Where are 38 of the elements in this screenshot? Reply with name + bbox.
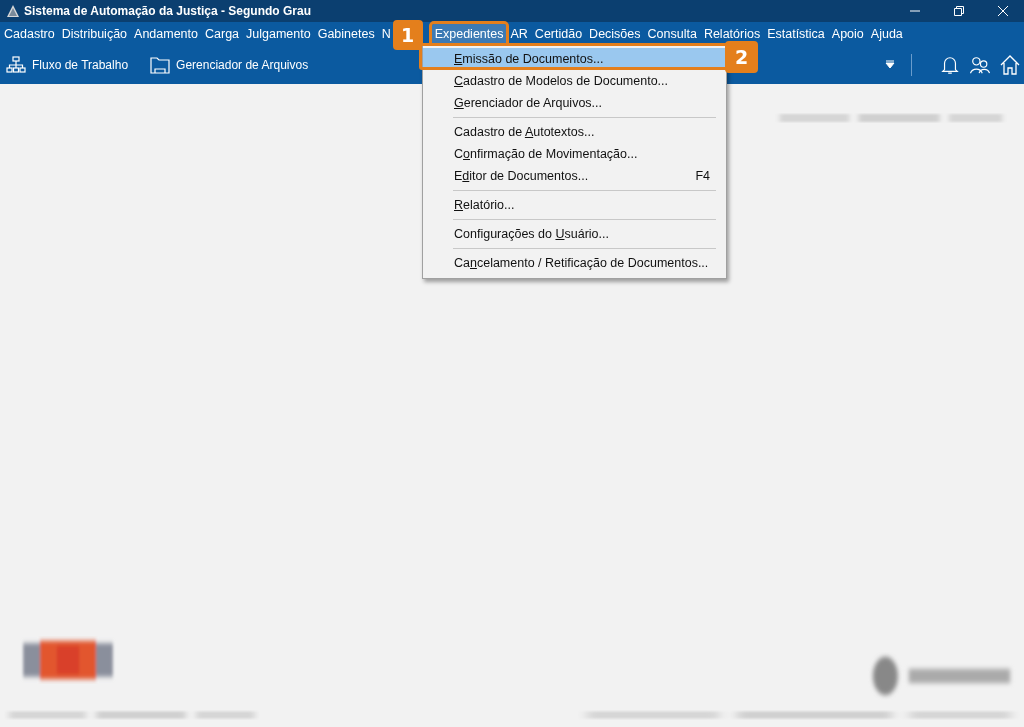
menu-item[interactable]: Certidão	[531, 23, 586, 45]
pyramid-icon	[6, 4, 20, 18]
menu-item[interactable]: AR	[507, 23, 531, 45]
menu-item[interactable]: Cadastro de Autotextos...	[423, 121, 726, 143]
bell-icon[interactable]	[940, 55, 960, 75]
menu-item[interactable]: Cadastro	[1, 23, 58, 45]
menu-item[interactable]: Estatística	[764, 23, 828, 45]
menu-item[interactable]: Andamento	[131, 23, 201, 45]
step-badge: 2	[725, 41, 758, 73]
menu-item[interactable]: Distribuição	[58, 23, 131, 45]
toolbar-button[interactable]: Fluxo de Trabalho	[4, 56, 131, 74]
window-title: Sistema de Automação da Justiça - Segundo Grau	[24, 4, 311, 18]
users-icon[interactable]	[970, 55, 990, 75]
toolbar-button[interactable]: Gerenciador de Arquivos	[148, 56, 311, 74]
menu-item[interactable]: Carga	[202, 23, 243, 45]
restore-icon[interactable]	[954, 6, 964, 16]
menu-item[interactable]: Decisões	[586, 23, 644, 45]
menu-item[interactable]: Cadastro de Modelos de Documento...	[423, 70, 726, 92]
menu-item[interactable]: Relatório...	[423, 194, 726, 216]
menu-item[interactable]: Ajuda	[867, 23, 906, 45]
menu-item[interactable]: N	[378, 23, 394, 45]
menu-item[interactable]: Apoio	[828, 23, 867, 45]
menu-item[interactable]: Consulta	[644, 23, 700, 45]
step-badge: 1	[392, 20, 423, 50]
menu-item[interactable]: Expedientes	[431, 23, 507, 45]
menu-item[interactable]: Emissão de Documentos...	[423, 48, 726, 70]
menu-item[interactable]: Julgamento	[243, 23, 314, 45]
menu-item[interactable]: Configurações do Usuário...	[423, 223, 726, 245]
close-icon[interactable]	[998, 6, 1008, 16]
home-icon[interactable]	[1000, 55, 1020, 75]
caret-icon[interactable]	[885, 60, 895, 70]
folder-icon	[150, 56, 171, 74]
menu-item[interactable]: Editor de Documentos... F4	[423, 165, 726, 187]
menu-item[interactable]: Cancelamento / Retificação de Documentos...	[423, 252, 726, 274]
menu-item[interactable]: Gerenciador de Arquivos...	[423, 92, 726, 114]
menu-item[interactable]: Gabinetes	[314, 23, 378, 45]
menu-item[interactable]: Confirmação de Movimentação...	[423, 143, 726, 165]
org-chart-icon	[6, 56, 26, 74]
